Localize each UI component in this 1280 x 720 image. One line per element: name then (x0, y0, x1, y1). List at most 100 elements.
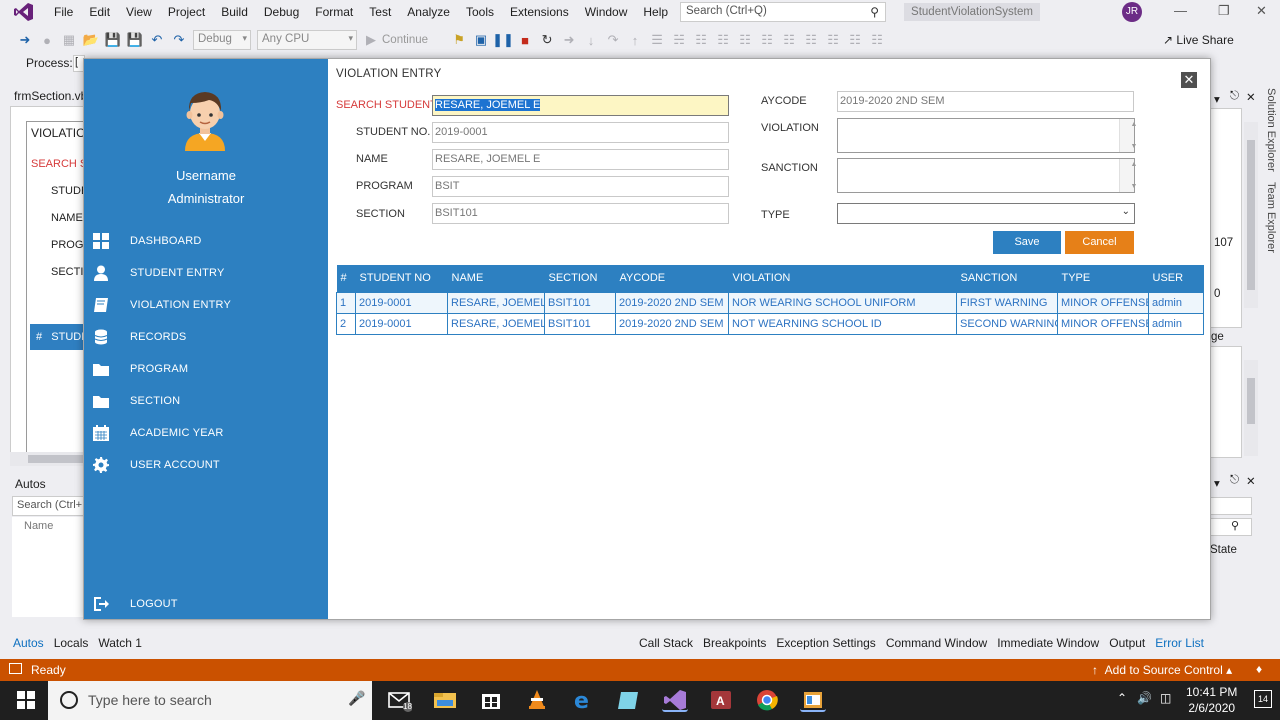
nav-records[interactable]: RECORDS (84, 322, 328, 352)
autos-search-input[interactable]: Search (Ctrl+E) (12, 496, 86, 516)
table-cell[interactable]: 1 (336, 291, 356, 314)
align-left-icon[interactable]: ☷ (690, 29, 712, 51)
mail-icon[interactable]: 18 (386, 688, 413, 712)
align-center-icon[interactable]: ☷ (712, 29, 734, 51)
config-select[interactable]: Debug (193, 30, 251, 50)
table-cell[interactable]: admin (1148, 312, 1204, 335)
table-cell[interactable]: SECOND WARNING (956, 312, 1058, 335)
column-header[interactable]: VIOLATION (728, 265, 957, 292)
table-cell[interactable]: 2019-2020 2ND SEM (615, 291, 729, 314)
tray-chevron-icon[interactable]: ⌃ (1117, 691, 1127, 705)
tab-error-list[interactable]: Error List (1150, 636, 1209, 650)
network-icon[interactable]: ◫ (1160, 691, 1171, 705)
vs-search-input[interactable]: Search (Ctrl+Q) ⚲ (680, 2, 886, 22)
table-cell[interactable]: RESARE, JOEMEL E (447, 291, 545, 314)
continue-icon[interactable]: ▶ (360, 29, 382, 51)
tab-locals[interactable]: Locals (51, 636, 92, 650)
step-out-icon[interactable]: ↑ (624, 29, 646, 51)
menu-debug[interactable]: Debug (256, 1, 307, 23)
save-icon[interactable]: 💾 (102, 29, 124, 51)
user-avatar[interactable]: JR (1122, 2, 1142, 22)
nav-dashboard[interactable]: DASHBOARD (84, 226, 328, 256)
align-icon[interactable]: ☵ (668, 29, 690, 51)
file-explorer-icon[interactable] (432, 688, 458, 712)
table-cell[interactable]: NOT WEARNING SCHOOL ID (728, 312, 957, 335)
restart-icon[interactable]: ↻ (536, 29, 558, 51)
nav-program[interactable]: PROGRAM (84, 354, 328, 384)
panel-dropdown-icon[interactable]: ▾ (1214, 92, 1220, 106)
nav-violation-entry[interactable]: VIOLATION ENTRY (84, 290, 328, 320)
violation-textarea[interactable]: ▲ ▼ (837, 118, 1137, 153)
visual-studio-logo-icon[interactable] (12, 1, 36, 23)
table-row[interactable]: 1 2019-0001 RESARE, JOEMEL E BSIT101 201… (336, 291, 1204, 314)
nav-student-entry[interactable]: STUDENT ENTRY (84, 258, 328, 288)
nav-academic-year[interactable]: ACADEMIC YEAR (84, 418, 328, 448)
undo-icon[interactable]: ↶ (146, 29, 168, 51)
redo-icon[interactable]: ↷ (168, 29, 190, 51)
format-icon[interactable]: ☰ (646, 29, 668, 51)
table-cell[interactable]: 2 (336, 312, 356, 335)
textarea-scrollbar[interactable]: ▲ ▼ (1119, 159, 1137, 192)
store-icon[interactable] (478, 688, 504, 712)
panel-close-icon[interactable]: ✕ (1246, 90, 1256, 104)
back-icon[interactable]: ➜ (14, 29, 36, 51)
table-cell[interactable]: NOR WEARING SCHOOL UNIFORM (728, 291, 957, 314)
column-header[interactable]: AYCODE (615, 265, 729, 292)
column-header[interactable]: # (336, 265, 356, 292)
menu-file[interactable]: File (46, 1, 81, 23)
tab-output[interactable]: Output (1104, 636, 1150, 650)
team-explorer-tab[interactable]: Team Explorer (1265, 182, 1277, 253)
textarea-scrollbar[interactable]: ▲ ▼ (1119, 119, 1137, 152)
edge-icon[interactable]: e (570, 688, 596, 714)
table-row[interactable]: 2 2019-0001 RESARE, JOEMEL E BSIT101 201… (336, 312, 1204, 335)
add-source-control-button[interactable]: ↑ Add to Source Control ▴ (1092, 663, 1232, 677)
table-cell[interactable]: RESARE, JOEMEL E (447, 312, 545, 335)
volume-icon[interactable]: 🔊 (1137, 691, 1152, 705)
visual-studio-taskbar-icon[interactable] (662, 688, 688, 712)
pause-icon[interactable]: ❚❚ (492, 29, 514, 51)
menu-format[interactable]: Format (307, 1, 361, 23)
panel-combo[interactable] (1210, 497, 1252, 515)
solution-explorer-tab[interactable]: Solution Explorer (1265, 88, 1277, 172)
pin-icon[interactable]: ⎋ (1230, 474, 1239, 487)
microphone-icon[interactable]: 🎤 (348, 690, 365, 707)
tab-call-stack[interactable]: Call Stack (634, 636, 698, 650)
sticky-notes-icon[interactable] (616, 688, 642, 712)
forward-icon[interactable]: ● (36, 29, 58, 51)
nav-logout[interactable]: LOGOUT (84, 589, 328, 619)
taskbar-search-input[interactable]: Type here to search 🎤 (48, 681, 372, 720)
running-app-icon[interactable] (800, 688, 826, 712)
menu-window[interactable]: Window (577, 1, 636, 23)
restore-icon[interactable]: ❐ (1218, 3, 1230, 19)
menu-view[interactable]: View (118, 1, 160, 23)
scroll-down-icon[interactable]: ▼ (1127, 183, 1141, 190)
table-cell[interactable]: MINOR OFFENSE (1057, 291, 1149, 314)
tab-immediate-window[interactable]: Immediate Window (992, 636, 1104, 650)
section-field[interactable]: BSIT101 (432, 203, 729, 224)
align-middle-icon[interactable]: ☷ (778, 29, 800, 51)
continue-label[interactable]: Continue (382, 34, 428, 46)
tab-command-window[interactable]: Command Window (881, 636, 992, 650)
access-icon[interactable]: A (708, 688, 734, 712)
align-bottom-icon[interactable]: ☷ (800, 29, 822, 51)
tab-watch1[interactable]: Watch 1 (95, 636, 145, 650)
attach-icon[interactable]: ⚑ (448, 29, 470, 51)
menu-analyze[interactable]: Analyze (399, 1, 458, 23)
platform-select[interactable]: Any CPU (257, 30, 357, 50)
chrome-icon[interactable] (754, 688, 780, 712)
save-button[interactable]: Save (993, 231, 1061, 254)
scroll-thumb[interactable] (1247, 378, 1255, 424)
column-header[interactable]: STUDENT NO (355, 265, 448, 292)
designer-hscrollbar[interactable] (10, 452, 86, 466)
table-cell[interactable]: BSIT101 (544, 291, 616, 314)
save-all-icon[interactable]: 💾 (124, 29, 146, 51)
menu-help[interactable]: Help (635, 1, 676, 23)
search-icon[interactable]: ⚲ (1210, 518, 1252, 536)
table-cell[interactable]: MINOR OFFENSE (1057, 312, 1149, 335)
notification-bell-icon[interactable]: ♦ (1256, 662, 1262, 676)
table-cell[interactable]: FIRST WARNING (956, 291, 1058, 314)
window-close-icon[interactable]: ✕ (1256, 3, 1267, 19)
align-right-icon[interactable]: ☷ (734, 29, 756, 51)
column-header[interactable]: SANCTION (956, 265, 1058, 292)
search-student-input[interactable]: RESARE, JOEMEL E (432, 95, 729, 116)
